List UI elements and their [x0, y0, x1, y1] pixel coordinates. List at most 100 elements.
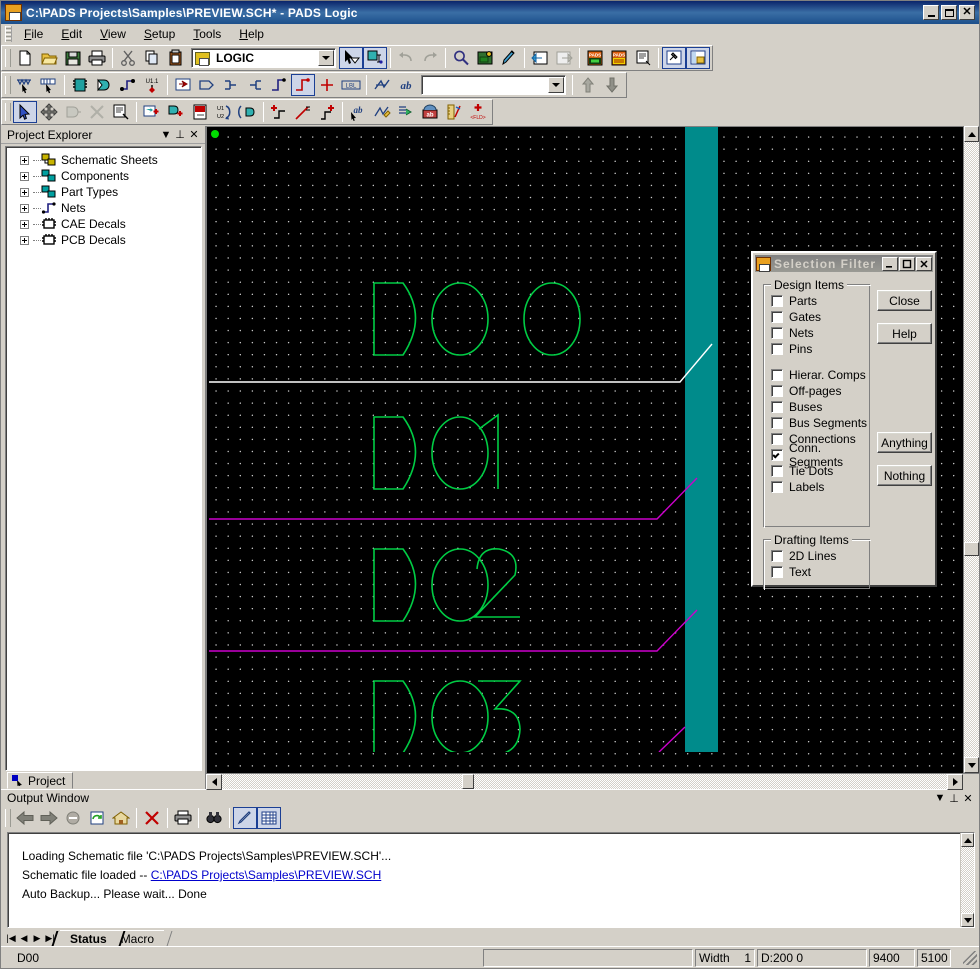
checkbox-row-labels[interactable]: Labels [764, 479, 869, 495]
add-conn-segment2-button[interactable] [291, 74, 315, 96]
tree-node-part-types[interactable]: Part Types [6, 184, 201, 200]
select-tool-button[interactable] [13, 101, 37, 123]
tree-node-components[interactable]: Components [6, 168, 201, 184]
undo-button[interactable] [394, 47, 418, 69]
maximize-button[interactable] [941, 5, 957, 20]
select-net-button[interactable] [13, 74, 37, 96]
cut-button[interactable] [116, 47, 140, 69]
tie-dot-button[interactable] [315, 74, 339, 96]
checkbox-connections[interactable] [771, 433, 783, 445]
dialog-minimize-button[interactable] [882, 256, 898, 271]
add-conn-segment-button[interactable] [267, 74, 291, 96]
output-pin-button[interactable]: ⊥ [947, 791, 961, 805]
paste-button[interactable] [164, 47, 188, 69]
add-sheet-button[interactable] [188, 101, 212, 123]
add-part-button[interactable] [68, 74, 92, 96]
pads-router-button[interactable]: PADS [607, 47, 631, 69]
net-select-button[interactable] [363, 47, 387, 69]
vertical-scroll-thumb[interactable] [964, 542, 979, 556]
edit-attributes-button[interactable]: ab [418, 101, 442, 123]
open-file-button[interactable] [37, 47, 61, 69]
checkbox-row-text[interactable]: Text [764, 564, 869, 580]
tab-next-button[interactable]: ▶ [31, 933, 43, 944]
dialog-close-action-button[interactable]: Close [877, 290, 932, 311]
output-vertical-scrollbar[interactable] [960, 833, 974, 927]
checkbox-conn-segments[interactable] [771, 449, 783, 461]
menu-file[interactable]: File [15, 25, 52, 43]
output-file-link[interactable]: C:\PADS Projects\Samples\PREVIEW.SCH [151, 868, 382, 882]
output-close-button[interactable]: ✕ [961, 791, 975, 805]
add-net-button[interactable] [116, 74, 140, 96]
horizontal-scroll-thumb[interactable] [462, 774, 474, 789]
checkbox-gates[interactable] [771, 311, 783, 323]
canvas-horizontal-scrollbar[interactable] [206, 773, 979, 790]
checkbox-row-hierar-comps[interactable]: Hierar. Comps [764, 367, 869, 383]
eco-out-button[interactable] [552, 47, 576, 69]
net-rename-button[interactable]: ab [346, 101, 370, 123]
menu-tools[interactable]: Tools [184, 25, 230, 43]
save-file-button[interactable] [61, 47, 85, 69]
scroll-left-button[interactable] [206, 774, 222, 790]
new-file-button[interactable] [13, 47, 37, 69]
copy-button[interactable] [140, 47, 164, 69]
redraw-button[interactable] [497, 47, 521, 69]
join-segment-button[interactable] [315, 101, 339, 123]
sheet-selector-combo[interactable]: LOGIC [191, 48, 336, 68]
checkbox-row-buses[interactable]: Buses [764, 399, 869, 415]
delete-tool-button[interactable] [85, 101, 109, 123]
vertical-scroll-track[interactable] [964, 142, 979, 757]
expand-icon[interactable] [20, 187, 29, 197]
expand-icon[interactable] [20, 235, 29, 245]
find-combo[interactable] [421, 75, 566, 95]
tab-status[interactable]: Status [60, 930, 117, 946]
checkbox-row-nets[interactable]: Nets [764, 325, 869, 341]
tab-first-button[interactable]: |◀ [5, 933, 17, 944]
clear-button[interactable] [140, 807, 164, 829]
toolbar-gripper[interactable] [5, 76, 11, 94]
dialog-maximize-button[interactable] [899, 256, 915, 271]
project-tree[interactable]: Schematic Sheets Components Part Types N… [5, 146, 202, 771]
label-button[interactable]: LBL [339, 74, 363, 96]
edit-bus-button[interactable] [394, 101, 418, 123]
home-button[interactable] [109, 807, 133, 829]
checkbox-pins[interactable] [771, 343, 783, 355]
next-item-button[interactable] [600, 74, 624, 96]
print-button[interactable] [85, 47, 109, 69]
menu-edit[interactable]: Edit [52, 25, 91, 43]
select-bus-button[interactable] [37, 74, 61, 96]
checkbox-row-conn-segments[interactable]: Conn. Segments [764, 441, 869, 469]
toolbar-gripper[interactable] [5, 49, 11, 67]
refresh-button[interactable] [85, 807, 109, 829]
properties-button[interactable] [109, 101, 133, 123]
selection-filter-dialog[interactable]: Selection Filter Design Items Parts Gate… [751, 251, 937, 589]
back-button[interactable] [13, 807, 37, 829]
scroll-down-button[interactable] [964, 757, 979, 773]
bus-out-button[interactable] [243, 74, 267, 96]
hierarchical-comp-button[interactable] [171, 74, 195, 96]
chevron-down-icon[interactable] [318, 50, 334, 66]
swap-gates-button[interactable] [236, 101, 260, 123]
status-design-field[interactable]: D:200 0 [757, 948, 867, 967]
design-tools-button[interactable] [662, 47, 686, 69]
menu-gripper[interactable] [5, 26, 12, 42]
eco-in-button[interactable] [528, 47, 552, 69]
checkbox-row-2d-lines[interactable]: 2D Lines [764, 548, 869, 564]
dialog-title-bar[interactable]: Selection Filter [755, 255, 933, 272]
split-segment-button[interactable] [291, 101, 315, 123]
add-conn-edit-button[interactable] [164, 101, 188, 123]
grid-output-button[interactable] [257, 807, 281, 829]
output-menu-button[interactable]: ▼ [933, 791, 947, 805]
panel-pin-button[interactable]: ⊥ [173, 128, 187, 142]
tab-project[interactable]: Project [7, 772, 74, 789]
checkbox-buses[interactable] [771, 401, 783, 413]
checkbox-tie-dots[interactable] [771, 465, 783, 477]
dialog-anything-button[interactable]: Anything [877, 432, 932, 453]
select-mode-button[interactable] [339, 47, 363, 69]
status-width-field[interactable]: Width 1 [695, 948, 755, 967]
scroll-right-button[interactable] [947, 774, 963, 790]
panel-close-button[interactable]: ✕ [187, 128, 201, 142]
prev-item-button[interactable] [576, 74, 600, 96]
canvas-vertical-scrollbar[interactable] [963, 126, 979, 773]
print-output-button[interactable] [171, 807, 195, 829]
tree-node-pcb-decals[interactable]: PCB Decals [6, 232, 201, 248]
